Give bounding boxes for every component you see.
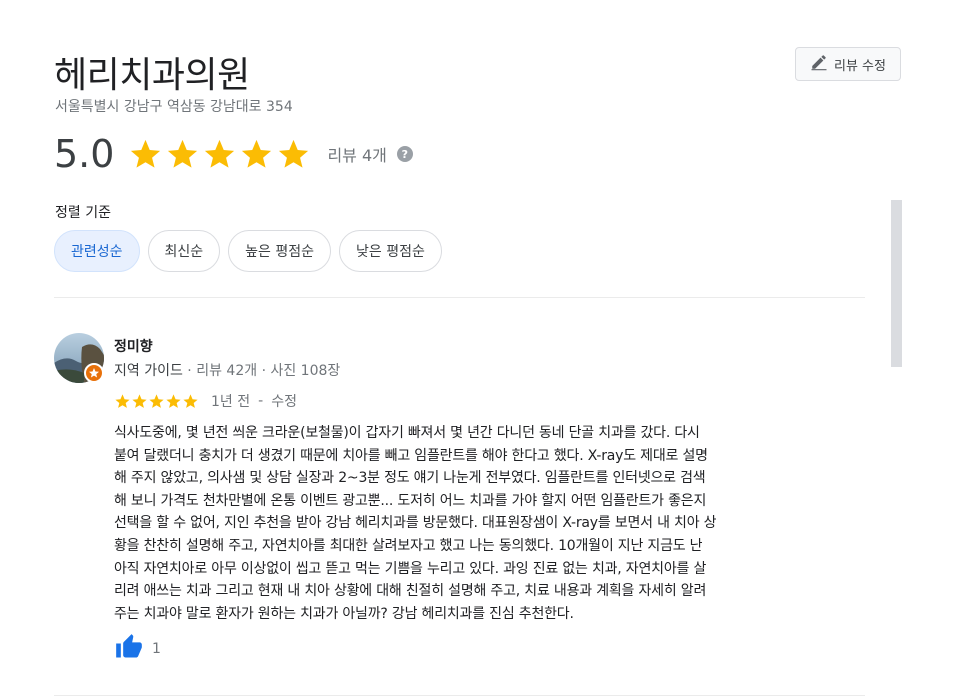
place-title: 헤리치과의원: [54, 55, 250, 96]
divider: [54, 297, 865, 298]
reviewer-stats: · 리뷰 42개 · 사진 108장: [182, 363, 341, 379]
like-count: 1: [152, 641, 161, 657]
review-date: 1년 전: [211, 394, 251, 410]
local-guide-label: 지역 가이드: [114, 363, 183, 379]
star-icon: [205, 139, 235, 168]
star-icon: [279, 139, 309, 168]
review-text: 식사도중에, 몇 년전 씌운 크라운(보철물)이 갑자기 빠져서 몇 년간 다니…: [114, 425, 717, 622]
edit-review-label: 리뷰 수정: [834, 58, 886, 74]
star-icon: [242, 139, 272, 168]
like-row: 1: [114, 633, 161, 665]
star-icon: [132, 393, 147, 408]
edit-review-button[interactable]: 리뷰 수정: [795, 47, 901, 81]
sort-chips: 관련성순 최신순 높은 평점순 낮은 평점순: [54, 230, 442, 272]
sort-chip-highest[interactable]: 높은 평점순: [228, 230, 332, 272]
reviewer-meta: 지역 가이드 · 리뷰 42개 · 사진 108장: [114, 360, 340, 380]
sort-chip-relevance[interactable]: 관련성순: [54, 230, 140, 272]
review-count[interactable]: 리뷰 4개: [327, 142, 386, 166]
rating-summary: 5.0 리뷰 4개 ?: [54, 132, 413, 176]
sort-chip-lowest[interactable]: 낮은 평점순: [339, 230, 442, 272]
pencil-icon: [810, 53, 828, 75]
star-icon: [115, 393, 130, 408]
star-icon: [166, 393, 181, 408]
review-stars: [114, 393, 199, 410]
star-icon: [149, 393, 164, 408]
star-icon: [183, 393, 198, 408]
average-score: 5.0: [54, 132, 115, 176]
sort-chip-newest[interactable]: 최신순: [147, 230, 221, 272]
reviewer-name[interactable]: 정미향: [114, 336, 153, 356]
review-edited-label: 수정: [271, 394, 297, 410]
thumbs-up-icon[interactable]: [114, 633, 144, 665]
star-icon: [168, 139, 198, 168]
average-stars: [128, 137, 311, 172]
scrollbar-thumb[interactable]: [891, 200, 902, 367]
help-icon[interactable]: ?: [396, 146, 413, 162]
divider: [54, 695, 865, 696]
sort-label: 정렬 기준: [55, 205, 111, 221]
star-icon: [131, 139, 161, 168]
review-separator: -: [258, 393, 264, 409]
place-address: 서울특별시 강남구 역삼동 강남대로 354: [55, 99, 293, 115]
review-rating: 1년 전 - 수정: [114, 391, 297, 411]
local-guide-badge-icon: [84, 363, 104, 383]
